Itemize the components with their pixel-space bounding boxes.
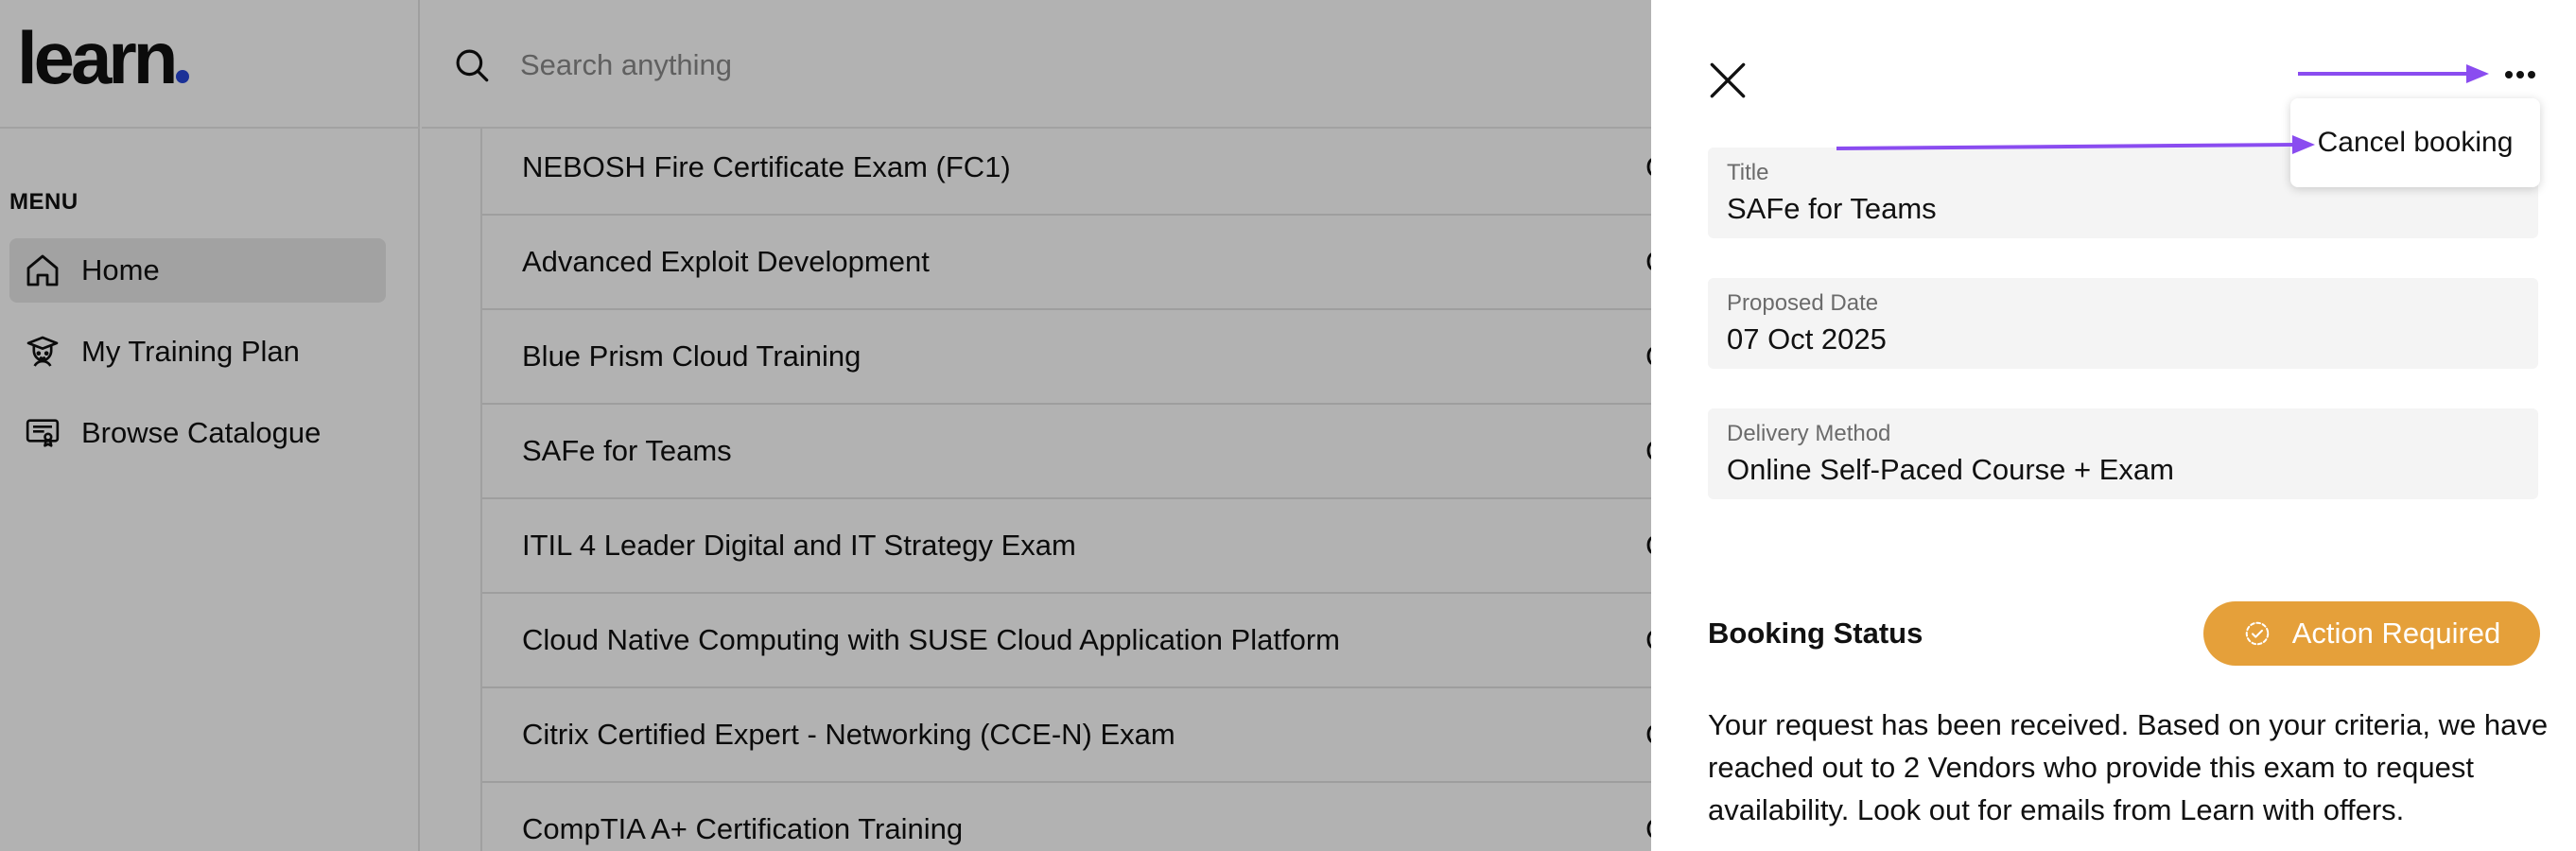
- course-list: NEBOSH Fire Certificate Exam (FC1) C Adv…: [480, 129, 1651, 851]
- table-row[interactable]: Blue Prism Cloud Training C: [482, 310, 1651, 405]
- field-value: 07 Oct 2025: [1727, 322, 1887, 356]
- close-button[interactable]: [1704, 57, 1751, 104]
- app-root: learn MENU Home My Training Plan Browse …: [0, 0, 2576, 851]
- more-options-button[interactable]: [2498, 59, 2542, 91]
- search-icon[interactable]: [452, 45, 492, 90]
- home-icon: [21, 249, 64, 292]
- booking-status-label: Booking Status: [1708, 617, 1923, 650]
- booking-drawer: Title SAFe for Teams Proposed Date 07 Oc…: [1651, 0, 2576, 851]
- graduate-icon: [21, 330, 64, 373]
- check-circle-icon: [2243, 619, 2271, 648]
- field-value: Online Self-Paced Course + Exam: [1727, 453, 2174, 487]
- sidebar-item-browse-catalogue[interactable]: Browse Catalogue: [9, 401, 386, 465]
- proposed-date-field: Proposed Date 07 Oct 2025: [1708, 278, 2538, 369]
- table-row[interactable]: Citrix Certified Expert - Networking (CC…: [482, 688, 1651, 783]
- course-name: Cloud Native Computing with SUSE Cloud A…: [522, 623, 1340, 656]
- logo[interactable]: learn: [17, 21, 190, 96]
- field-label: Proposed Date: [1727, 290, 1879, 316]
- course-name: Advanced Exploit Development: [522, 245, 930, 278]
- certificate-icon: [21, 411, 64, 455]
- field-label: Delivery Method: [1727, 421, 1891, 446]
- course-name: Citrix Certified Expert - Networking (CC…: [522, 718, 1175, 751]
- status-message: Your request has been received. Based on…: [1708, 708, 2549, 826]
- status-badge-label: Action Required: [2291, 617, 2501, 650]
- table-row[interactable]: Advanced Exploit Development C: [482, 216, 1651, 310]
- sidebar-item-label: My Training Plan: [81, 335, 300, 368]
- search-bar: [422, 0, 1651, 129]
- course-name: CompTIA A+ Certification Training: [522, 812, 964, 845]
- logo-text: learn: [17, 16, 178, 99]
- table-row[interactable]: SAFe for Teams C: [482, 405, 1651, 499]
- sidebar-item-my-training-plan[interactable]: My Training Plan: [9, 320, 386, 384]
- search-input[interactable]: [520, 42, 1466, 89]
- course-name: SAFe for Teams: [522, 434, 732, 467]
- delivery-method-field: Delivery Method Online Self-Paced Course…: [1708, 408, 2538, 499]
- course-name: Blue Prism Cloud Training: [522, 339, 862, 373]
- course-name: NEBOSH Fire Certificate Exam (FC1): [522, 150, 1011, 183]
- status-badge: Action Required: [2203, 601, 2540, 666]
- table-row[interactable]: Cloud Native Computing with SUSE Cloud A…: [482, 594, 1651, 688]
- table-row[interactable]: CompTIA A+ Certification Training C: [482, 783, 1651, 851]
- ellipsis-icon: [2505, 71, 2535, 78]
- table-row[interactable]: NEBOSH Fire Certificate Exam (FC1) C: [482, 129, 1651, 216]
- close-icon: [1710, 62, 1746, 98]
- sidebar-item-label: Home: [81, 253, 160, 287]
- course-name: ITIL 4 Leader Digital and IT Strategy Ex…: [522, 529, 1076, 562]
- cancel-booking-menu-item[interactable]: Cancel booking: [2290, 98, 2540, 187]
- logo-dot: [176, 70, 190, 83]
- menu-heading: MENU: [9, 189, 78, 215]
- sidebar-item-label: Browse Catalogue: [81, 416, 322, 449]
- sidebar-divider: [0, 127, 420, 129]
- sidebar-item-home[interactable]: Home: [9, 238, 386, 303]
- table-row[interactable]: ITIL 4 Leader Digital and IT Strategy Ex…: [482, 499, 1651, 594]
- sidebar: learn MENU Home My Training Plan Browse …: [0, 0, 420, 851]
- field-value: SAFe for Teams: [1727, 192, 1937, 226]
